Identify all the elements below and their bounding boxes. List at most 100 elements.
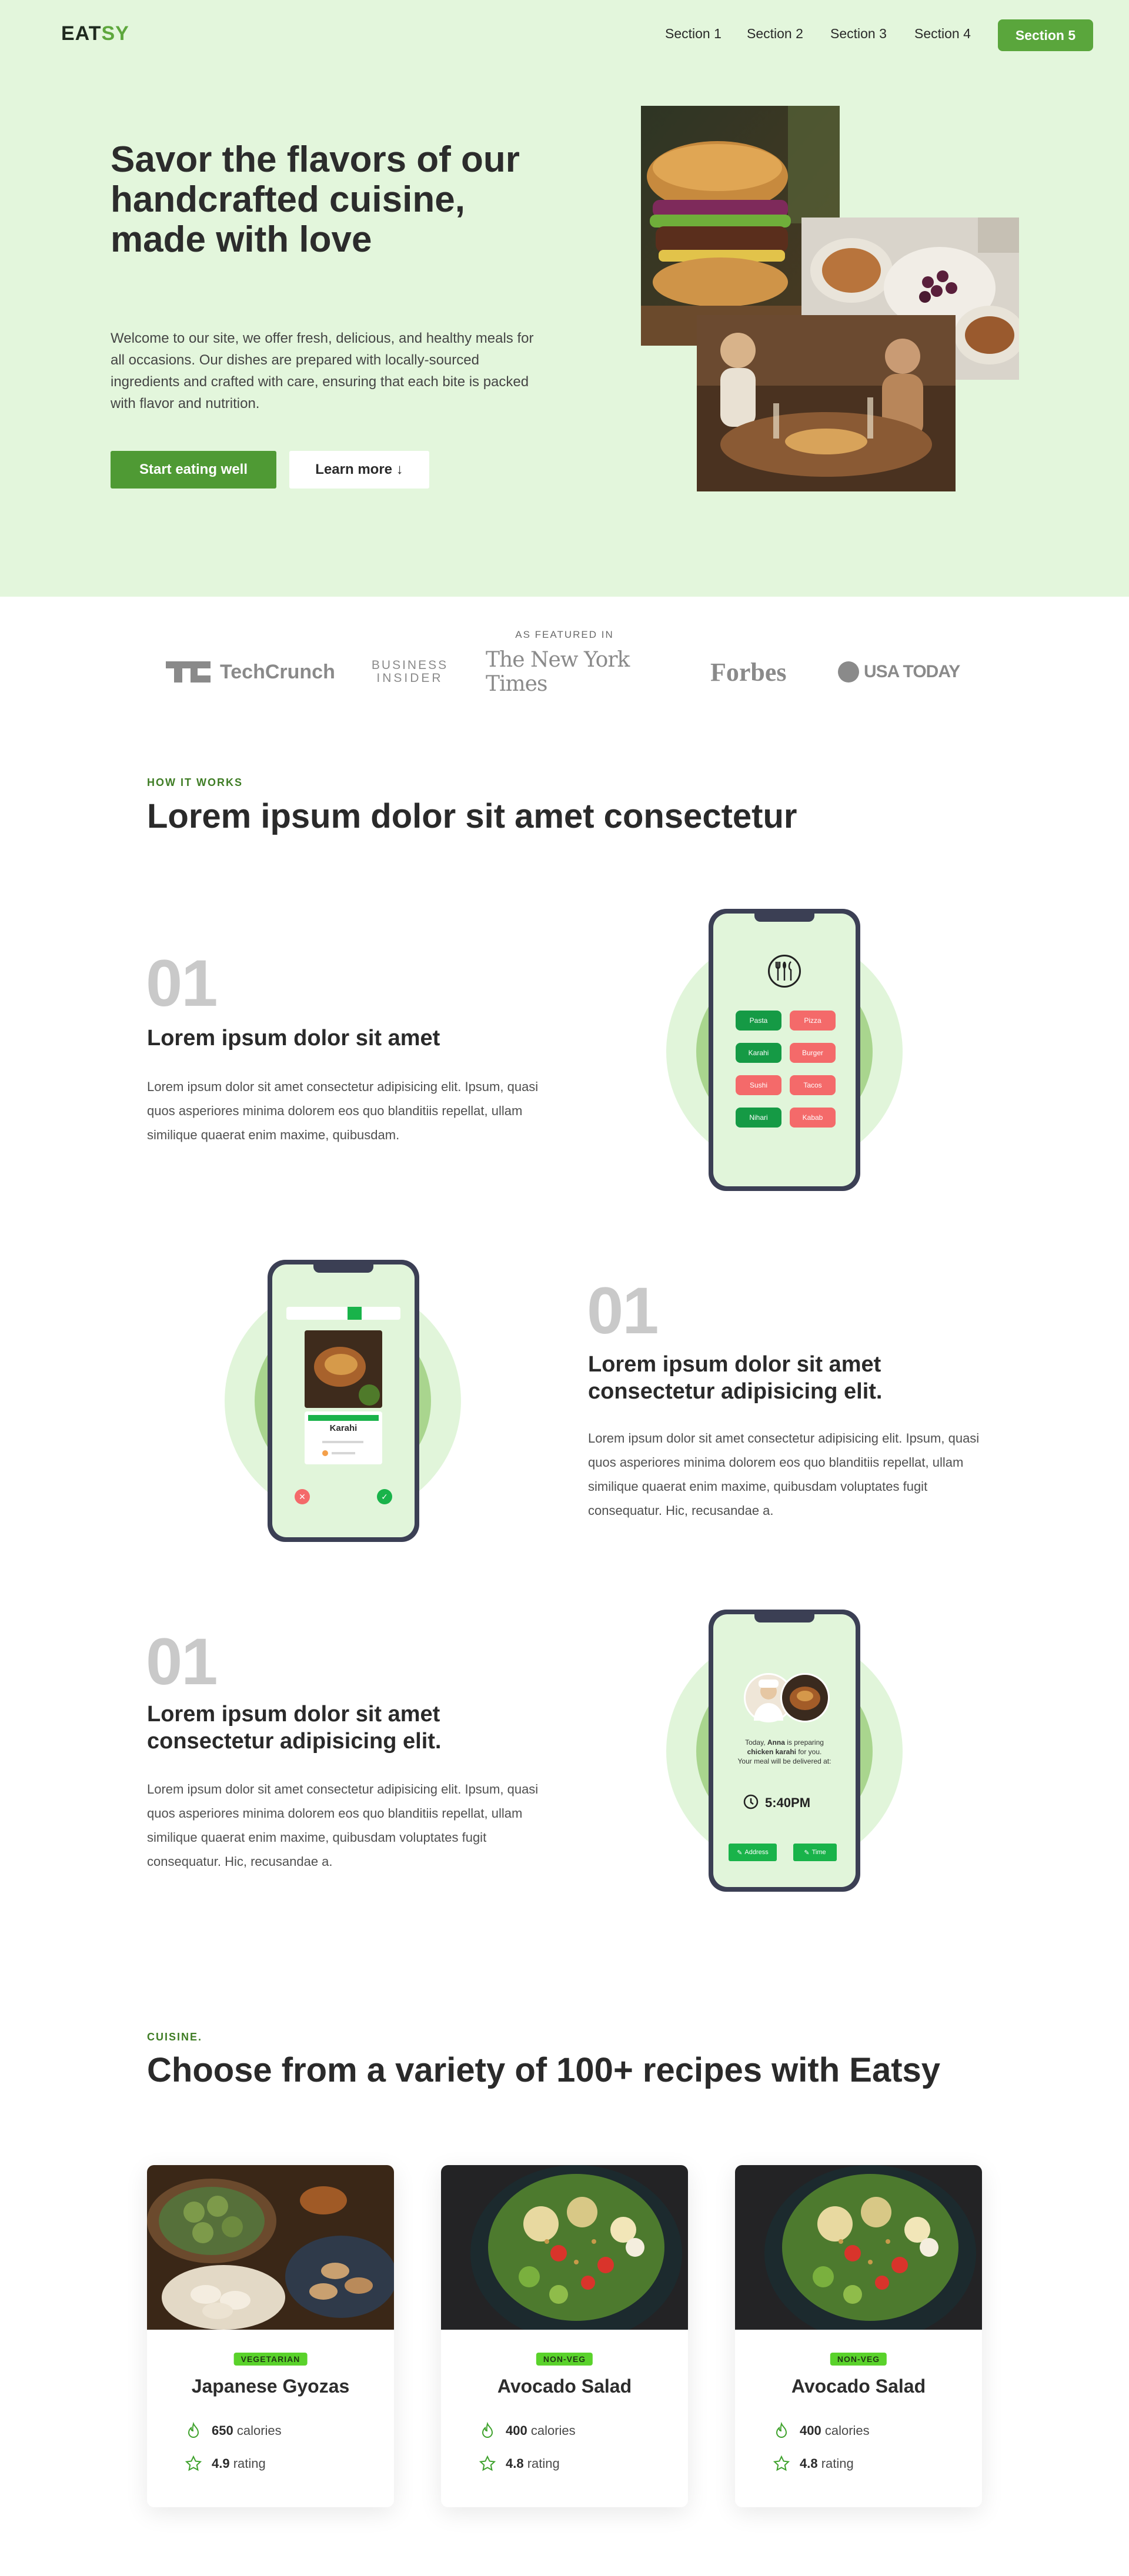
nyt-logo: The New York Times: [486, 648, 674, 696]
calories-value: 400: [800, 2423, 821, 2438]
techcrunch-text: TechCrunch: [220, 660, 335, 683]
menu-item-kabab[interactable]: Kabab: [790, 1108, 836, 1128]
time-button[interactable]: ✎ Time: [793, 1844, 837, 1861]
nav-link-section-1[interactable]: Section 1: [665, 26, 722, 42]
recipe-photo: [735, 2165, 982, 2330]
day-selector[interactable]: [286, 1307, 400, 1320]
forbes-logo: Forbes: [710, 655, 804, 688]
calories-value: 400: [506, 2423, 527, 2438]
step-1-title: Lorem ipsum dolor sit amet: [147, 1026, 440, 1051]
nav-link-section-4[interactable]: Section 4: [914, 26, 971, 42]
step-2-text: Lorem ipsum dolor sit amet consectetur a…: [588, 1431, 980, 1518]
flame-icon: [482, 2422, 493, 2438]
recipe-title: Avocado Salad: [497, 2376, 632, 2397]
usatoday-dot-icon: [838, 661, 859, 683]
business-text: BUSINESS: [371, 658, 449, 672]
hero-title: Savor the flavors of our handcrafted cui…: [111, 139, 520, 260]
menu-item-tacos[interactable]: Tacos: [790, 1075, 836, 1095]
rating-stat: 4.9 rating: [185, 2455, 266, 2473]
step-2-title: Lorem ipsum dolor sit amet consectetur a…: [588, 1352, 883, 1404]
rating-value: 4.8: [800, 2456, 818, 2471]
recipe-title: Avocado Salad: [791, 2376, 926, 2397]
calories-value: 650: [212, 2423, 233, 2438]
diet-badge: NON-VEG: [830, 2353, 887, 2366]
cuisine-eyebrow: CUISINE.: [147, 2031, 203, 2043]
logo-text-sy: SY: [101, 22, 129, 45]
usatoday-text: USA TODAY: [864, 662, 960, 681]
calories-label: calories: [824, 2423, 870, 2438]
nav-cta-button[interactable]: Section 5: [998, 19, 1093, 51]
calories-label: calories: [236, 2423, 282, 2438]
rating-label: rating: [527, 2456, 560, 2471]
featured-label: AS FEATURED IN: [515, 629, 614, 640]
edit-icon: ✎: [737, 1849, 743, 1856]
diet-badge: NON-VEG: [536, 2353, 593, 2366]
like-icon[interactable]: ✓: [377, 1489, 392, 1504]
step-3-text: Lorem ipsum dolor sit amet consectetur a…: [147, 1782, 539, 1869]
navbar: EATSY Section 1 Section 2 Section 3 Sect…: [0, 0, 1129, 69]
menu-item-nihari[interactable]: Nihari: [736, 1108, 781, 1128]
calories-stat: 400 calories: [773, 2422, 870, 2440]
recipe-photo: [147, 2165, 394, 2330]
insider-text: INSIDER: [376, 671, 443, 685]
how-it-works-eyebrow: HOW IT WORKS: [147, 777, 243, 788]
clock-icon: [743, 1794, 759, 1813]
logo-text-eat: EAT: [61, 22, 102, 45]
recipe-title: Japanese Gyozas: [191, 2376, 350, 2397]
learn-more-button[interactable]: Learn more ↓: [289, 451, 429, 489]
step-1-number: 01: [146, 946, 218, 1020]
delivery-time: 5:40PM: [743, 1794, 831, 1812]
step-1-phone: Pasta Pizza Karahi Burger Sushi Tacos Ni…: [709, 909, 860, 1191]
hero-friends-photo: [697, 315, 956, 491]
hero-description: Welcome to our site, we offer fresh, del…: [111, 330, 534, 412]
dish-avatar: [780, 1673, 830, 1722]
calories-stat: 650 calories: [185, 2422, 282, 2440]
address-button[interactable]: ✎ Address: [729, 1844, 777, 1861]
edit-icon: ✎: [804, 1849, 810, 1856]
calories-label: calories: [530, 2423, 576, 2438]
step-2-phone: Karahi ✕ ✓: [268, 1260, 419, 1542]
flame-icon: [188, 2422, 199, 2438]
order-status-text: Today, Anna is preparing chicken karahi …: [737, 1738, 831, 1765]
start-eating-button[interactable]: Start eating well: [111, 451, 276, 489]
techcrunch-logo: TechCrunch: [166, 655, 336, 688]
menu-item-burger[interactable]: Burger: [790, 1043, 836, 1063]
rating-value: 4.8: [506, 2456, 524, 2471]
delivery-time-value: 5:40PM: [765, 1795, 811, 1810]
diet-badge: VEGETARIAN: [233, 2353, 308, 2366]
rating-stat: 4.8 rating: [773, 2455, 854, 2473]
rating-label: rating: [233, 2456, 266, 2471]
step-2-number: 01: [587, 1274, 659, 1347]
rating-value: 4.9: [212, 2456, 230, 2471]
menu-item-karahi[interactable]: Karahi: [736, 1043, 781, 1063]
menu-item-sushi[interactable]: Sushi: [736, 1075, 781, 1095]
cuisine-title: Choose from a variety of 100+ recipes wi…: [147, 2051, 941, 2089]
nav-link-section-3[interactable]: Section 3: [830, 26, 887, 42]
calories-stat: 400 calories: [479, 2422, 576, 2440]
step-3-phone: Today, Anna is preparing chicken karahi …: [709, 1610, 860, 1892]
nav-link-section-2[interactable]: Section 2: [747, 26, 803, 42]
utensils-icon: [768, 955, 801, 988]
star-icon: [773, 2455, 790, 2471]
recipe-card[interactable]: NON-VEG Avocado Salad 400 calories 4.8 r…: [735, 2165, 982, 2507]
dislike-icon[interactable]: ✕: [295, 1489, 310, 1504]
nyt-text: The New York Times: [486, 648, 630, 696]
recipe-card[interactable]: NON-VEG Avocado Salad 400 calories 4.8 r…: [441, 2165, 688, 2507]
rating-label: rating: [821, 2456, 854, 2471]
menu-item-pasta[interactable]: Pasta: [736, 1011, 781, 1031]
flame-icon: [776, 2422, 787, 2438]
logo[interactable]: EATSY: [61, 22, 129, 45]
recipe-card[interactable]: VEGETARIAN Japanese Gyozas 650 calories …: [147, 2165, 394, 2507]
forbes-text: Forbes: [710, 657, 787, 687]
rating-stat: 4.8 rating: [479, 2455, 560, 2473]
menu-item-pizza[interactable]: Pizza: [790, 1011, 836, 1031]
step-1-text: Lorem ipsum dolor sit amet consectetur a…: [147, 1079, 539, 1142]
usatoday-logo: USA TODAY: [838, 655, 967, 688]
dish-name: Karahi: [329, 1423, 358, 1433]
how-it-works-title: Lorem ipsum dolor sit amet consectetur: [147, 797, 797, 835]
star-icon: [185, 2455, 202, 2471]
step-3-number: 01: [146, 1625, 218, 1698]
dish-photo: [305, 1330, 382, 1408]
step-3-title: Lorem ipsum dolor sit amet consectetur a…: [147, 1702, 442, 1754]
recipe-photo: [441, 2165, 688, 2330]
